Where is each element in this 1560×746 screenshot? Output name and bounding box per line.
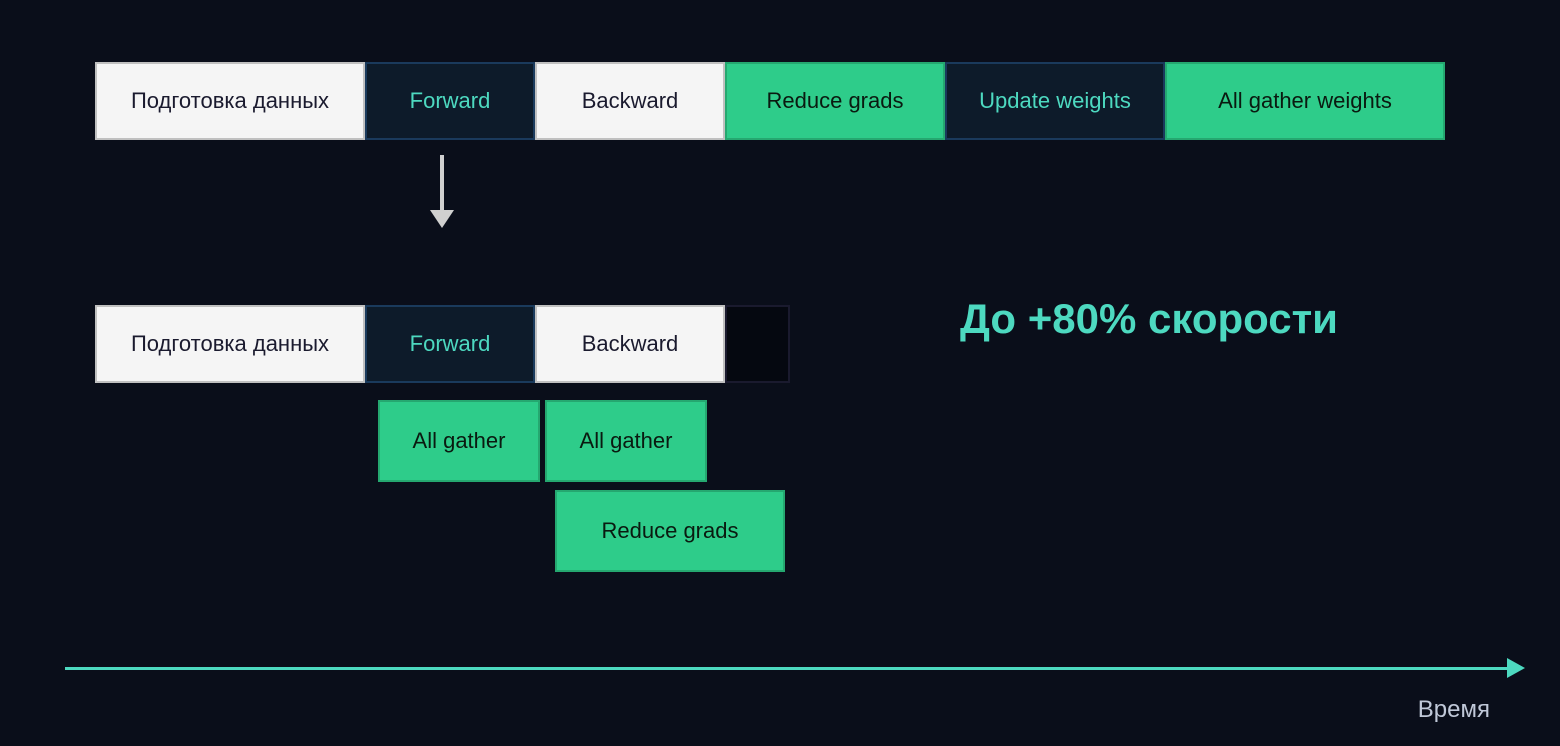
cell-forward-bottom: Forward — [365, 305, 535, 383]
float-row-1: All gather All gather — [378, 400, 707, 482]
cell-label-forward-bottom: Forward — [410, 331, 491, 357]
cell-label-all-gather-2: All gather — [580, 428, 673, 454]
arrow-down-head — [430, 210, 454, 228]
timeline-arrowhead — [1507, 658, 1525, 678]
cell-backward-bottom: Backward — [535, 305, 725, 383]
timeline-line — [65, 667, 1507, 670]
cell-label-data-prep-bottom: Подготовка данных — [131, 331, 329, 357]
cell-update-weights-top: Update weights — [945, 62, 1165, 140]
time-label: Время — [1418, 696, 1490, 724]
cell-label-all-gather-1: All gather — [413, 428, 506, 454]
cell-label-forward-top: Forward — [410, 88, 491, 114]
main-container: Подготовка данных Forward Backward Reduc… — [0, 0, 1560, 746]
cell-label-all-gather-weights-top: All gather weights — [1218, 88, 1392, 114]
cell-label-data-prep-top: Подготовка данных — [131, 88, 329, 114]
cell-all-gather-2: All gather — [545, 400, 707, 482]
cell-all-gather-weights-top: All gather weights — [1165, 62, 1445, 140]
cell-backward-top: Backward — [535, 62, 725, 140]
cell-label-update-weights-top: Update weights — [979, 88, 1131, 114]
cell-label-reduce-grads-float: Reduce grads — [602, 518, 739, 544]
cell-all-gather-1: All gather — [378, 400, 540, 482]
cell-reduce-grads-float: Reduce grads — [555, 490, 785, 572]
pipeline-top: Подготовка данных Forward Backward Reduc… — [95, 62, 1445, 140]
cell-label-reduce-grads-top: Reduce grads — [767, 88, 904, 114]
cell-black-square — [725, 305, 790, 383]
speed-text-label: До +80% скорости — [960, 295, 1338, 342]
arrow-down-line — [440, 155, 444, 210]
cell-reduce-grads-top: Reduce grads — [725, 62, 945, 140]
cell-label-backward-bottom: Backward — [582, 331, 679, 357]
time-label-text: Время — [1418, 696, 1490, 723]
cell-data-prep-bottom: Подготовка данных — [95, 305, 365, 383]
arrow-down — [430, 155, 454, 228]
timeline-arrow — [65, 658, 1525, 678]
pipeline-bottom: Подготовка данных Forward Backward — [95, 305, 790, 383]
float-row-2: Reduce grads — [555, 490, 785, 572]
cell-forward-top: Forward — [365, 62, 535, 140]
cell-data-prep-top: Подготовка данных — [95, 62, 365, 140]
speed-text: До +80% скорости — [960, 295, 1338, 343]
cell-label-backward-top: Backward — [582, 88, 679, 114]
